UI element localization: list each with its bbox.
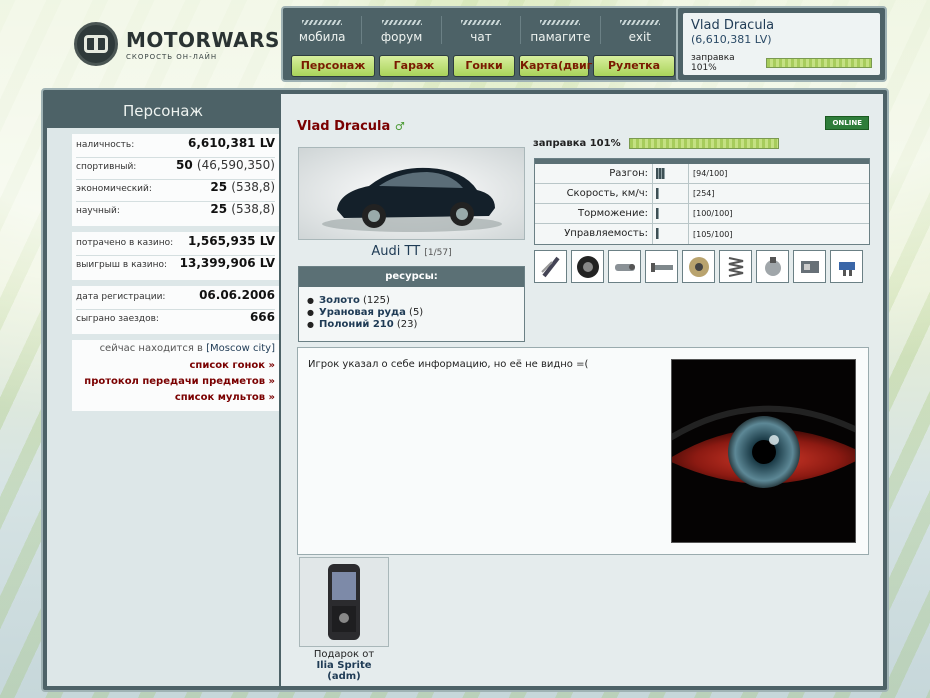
stat-value: 666 [249, 310, 275, 324]
profile-fuel-bar [628, 138, 779, 149]
stat-value: 13,399,906 LV [179, 256, 275, 270]
stat-row-braking: Торможение: [100/100] [535, 204, 869, 224]
profile-fuel-label: заправка 101% [533, 138, 621, 149]
stat-value: 50 (46,590,350) [176, 158, 275, 172]
nav-link-mobile[interactable]: мобила [283, 16, 363, 44]
nav-button-map[interactable]: Карта(двиг.) [519, 55, 602, 77]
stat-row-economic: экономический: 25 (538,8) [76, 180, 275, 202]
gift-sender[interactable]: Ilia Sprite (adm) [299, 660, 389, 682]
user-money: (6,610,381 LV) [691, 33, 772, 46]
stat-row-casino-spent: потрачено в казино: 1,565,935 LV [76, 234, 275, 256]
stat-row-cash: наличность: 6,610,381 LV [76, 136, 275, 158]
stat-row-speed: Скорость, км/ч: [254] [535, 184, 869, 204]
ecu-icon[interactable] [793, 250, 826, 283]
stat-label: научный: [76, 206, 120, 216]
pipe-icon[interactable] [645, 250, 678, 283]
stat-row-registered: дата регистрации: 06.06.2006 [76, 288, 275, 310]
left-panel-title: Персонаж [47, 94, 279, 128]
nav-button-races[interactable]: Гонки [453, 55, 515, 77]
stat-label: спортивный: [76, 162, 137, 172]
resource-item: Полоний 210 (23) [307, 319, 524, 331]
player-info-text: Игрок указал о себе информацию, но её не… [308, 359, 589, 370]
stat-value: 25 (538,8) [210, 180, 275, 194]
user-fuel-bar [765, 58, 872, 68]
user-summary: Vlad Dracula (6,610,381 LV) заправка 101… [676, 6, 887, 82]
turbo-icon[interactable] [682, 250, 715, 283]
resources-box: ресурсы: Золото (125) Урановая руда (5) … [298, 266, 525, 342]
car-stats-table: Разгон: [94/100] Скорость, км/ч: [254] Тор… [534, 158, 870, 245]
stat-label: дата регистрации: [76, 292, 166, 302]
nav-button-character[interactable]: Персонаж [291, 55, 375, 77]
stat-value: 06.06.2006 [199, 288, 275, 302]
profile-panel: Vlad Dracula ♂ ONLINE Audi TT [1/57] рес… [281, 94, 883, 686]
car-image[interactable] [298, 147, 525, 240]
stat-value: 1,565,935 LV [187, 234, 275, 248]
location-city[interactable]: [Moscow city] [206, 343, 275, 354]
left-panel: Персонаж наличность: 6,610,381 LV спорти… [47, 94, 279, 686]
gift-block: Подарок от Ilia Sprite (adm) [299, 557, 389, 682]
resources-title: ресурсы: [299, 267, 524, 287]
user-name[interactable]: Vlad Dracula [691, 18, 872, 33]
injector-icon[interactable] [830, 250, 863, 283]
player-info-box: Игрок указал о себе информацию, но её не… [297, 347, 869, 555]
stat-row-handling: Управляемость: [105/100] [535, 224, 869, 244]
user-fuel-label: заправка 101% [691, 53, 735, 73]
stat-label: выигрыш в казино: [76, 260, 168, 270]
stat-value: 6,610,381 LV [187, 136, 275, 150]
stat-row-acceleration: Разгон: [94/100] [535, 164, 869, 184]
logo-icon [74, 22, 118, 66]
top-navigation: мобила форум чат памагите exit Персонаж … [281, 6, 681, 82]
nav-link-exit[interactable]: exit [601, 16, 679, 44]
stat-label: экономический: [76, 184, 152, 194]
resource-item: Урановая руда (5) [307, 307, 524, 319]
profile-name: Vlad Dracula ♂ [297, 119, 405, 134]
link-race-list[interactable]: список гонок » [76, 360, 275, 371]
stat-row-sport: спортивный: 50 (46,590,350) [76, 158, 275, 180]
balance-block: наличность: 6,610,381 LV спортивный: 50 … [72, 134, 279, 226]
profile-fuel: заправка 101% [533, 138, 779, 149]
stat-row-races: сыграно заездов: 666 [76, 310, 275, 332]
stat-label: наличность: [76, 140, 135, 150]
nav-button-roulette[interactable]: Рулетка [593, 55, 675, 77]
casino-block: потрачено в казино: 1,565,935 LV выигрыш… [72, 232, 279, 280]
gender-icon: ♂ [394, 120, 405, 133]
stat-value: 25 (538,8) [210, 202, 275, 216]
nav-button-garage[interactable]: Гараж [379, 55, 449, 77]
installed-parts [534, 250, 863, 283]
nav-link-chat[interactable]: чат [442, 16, 522, 44]
link-multi-list[interactable]: список мультов » [76, 392, 275, 403]
nav-link-forum[interactable]: форум [362, 16, 442, 44]
stat-label: сыграно заездов: [76, 314, 159, 324]
shock-absorber-icon[interactable] [534, 250, 567, 283]
pump-icon[interactable] [756, 250, 789, 283]
exhaust-icon[interactable] [608, 250, 641, 283]
gift-caption: Подарок от [313, 649, 375, 660]
main-frame: Персонаж наличность: 6,610,381 LV спорти… [41, 88, 889, 692]
stat-label: потрачено в казино: [76, 238, 174, 248]
account-block: дата регистрации: 06.06.2006 сыграно зае… [72, 286, 279, 334]
tire-icon[interactable] [571, 250, 604, 283]
resource-item: Золото (125) [307, 295, 524, 307]
gift-image[interactable] [299, 557, 389, 647]
online-badge: ONLINE [825, 116, 869, 130]
location-line: сейчас находится в [Moscow city] [99, 343, 275, 354]
nav-link-help[interactable]: памагите [521, 16, 601, 44]
car-name[interactable]: Audi TT [1/57] [298, 244, 525, 259]
stat-row-science: научный: 25 (538,8) [76, 202, 275, 224]
stat-row-casino-won: выигрыш в казино: 13,399,906 LV [76, 256, 275, 278]
location-block: сейчас находится в [Moscow city] список … [72, 340, 279, 411]
link-item-transfer-log[interactable]: протокол передачи предметов » [76, 376, 275, 387]
spring-icon[interactable] [719, 250, 752, 283]
player-avatar-image [671, 359, 856, 543]
